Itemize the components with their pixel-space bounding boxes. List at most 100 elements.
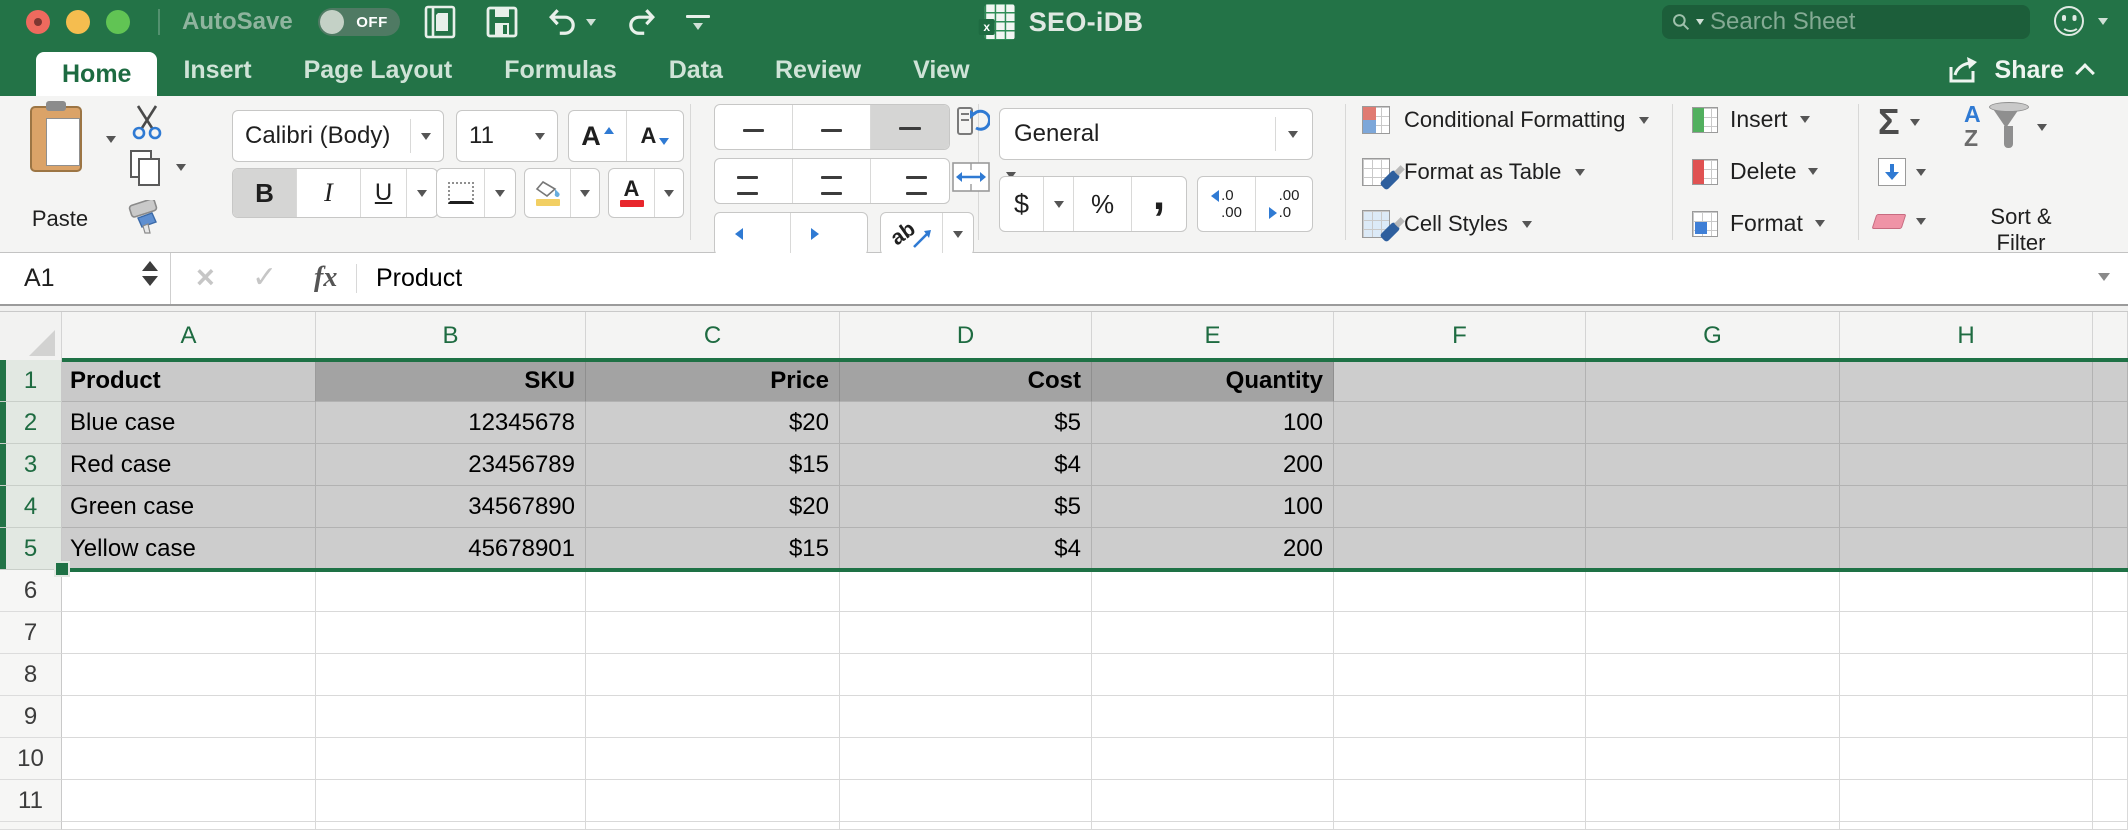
- cell[interactable]: [1334, 486, 1586, 528]
- cell[interactable]: $5: [840, 402, 1092, 444]
- cell[interactable]: Price: [586, 360, 840, 402]
- cell[interactable]: [1840, 696, 2093, 738]
- cell[interactable]: [1334, 780, 1586, 822]
- cell[interactable]: $4: [840, 444, 1092, 486]
- borders-dropdown-icon[interactable]: [485, 169, 515, 217]
- column-header[interactable]: [2093, 312, 2128, 360]
- name-box[interactable]: A1: [24, 253, 55, 304]
- column-header[interactable]: E: [1092, 312, 1334, 360]
- undo-icon[interactable]: [548, 7, 578, 37]
- percent-button[interactable]: %: [1074, 177, 1132, 231]
- row-header[interactable]: 3: [0, 444, 62, 486]
- tab-insert[interactable]: Insert: [157, 44, 277, 96]
- cell[interactable]: [1586, 570, 1840, 612]
- collapse-ribbon-icon[interactable]: [2075, 63, 2095, 83]
- insert-cells-button[interactable]: Insert: [1692, 106, 1810, 133]
- feedback-smiley-icon[interactable]: [2054, 6, 2084, 36]
- cancel-entry-icon[interactable]: ×: [196, 253, 215, 304]
- expand-formula-bar-icon[interactable]: [2098, 273, 2110, 281]
- cell[interactable]: [1092, 570, 1334, 612]
- increase-decimal-button[interactable]: .0 .00: [1198, 177, 1256, 231]
- cell[interactable]: [316, 780, 586, 822]
- cell[interactable]: [62, 780, 316, 822]
- cell[interactable]: [1840, 570, 2093, 612]
- cell[interactable]: $5: [840, 486, 1092, 528]
- cell[interactable]: [2093, 570, 2128, 612]
- format-painter-icon[interactable]: [126, 200, 162, 234]
- decrease-decimal-button[interactable]: .00 .0: [1256, 177, 1312, 231]
- cell[interactable]: [62, 822, 316, 830]
- cell[interactable]: [1092, 612, 1334, 654]
- cell[interactable]: Quantity: [1092, 360, 1334, 402]
- customize-toolbar-icon[interactable]: [686, 14, 710, 30]
- cell[interactable]: [1586, 360, 1840, 402]
- cell[interactable]: [1334, 528, 1586, 570]
- cell[interactable]: $15: [586, 528, 840, 570]
- cell[interactable]: SKU: [316, 360, 586, 402]
- column-header[interactable]: D: [840, 312, 1092, 360]
- cell[interactable]: $15: [586, 444, 840, 486]
- tab-page-layout[interactable]: Page Layout: [278, 44, 479, 96]
- cell[interactable]: Green case: [62, 486, 316, 528]
- cell[interactable]: [2093, 822, 2128, 830]
- cell[interactable]: [1840, 738, 2093, 780]
- cell[interactable]: [586, 822, 840, 830]
- font-name-select[interactable]: Calibri (Body): [232, 110, 444, 162]
- fill-button[interactable]: [1878, 158, 1926, 186]
- row-header[interactable]: 10: [0, 738, 62, 780]
- cell[interactable]: 34567890: [316, 486, 586, 528]
- row-header[interactable]: 7: [0, 612, 62, 654]
- cell[interactable]: [1092, 822, 1334, 830]
- cell[interactable]: 45678901: [316, 528, 586, 570]
- cell[interactable]: [840, 696, 1092, 738]
- cell[interactable]: [2093, 654, 2128, 696]
- tab-view[interactable]: View: [887, 44, 996, 96]
- copy-dropdown-icon[interactable]: [176, 164, 186, 171]
- cell[interactable]: [316, 654, 586, 696]
- cell[interactable]: [1092, 696, 1334, 738]
- align-middle-button[interactable]: [793, 105, 871, 149]
- cell[interactable]: 100: [1092, 486, 1334, 528]
- merge-center-icon[interactable]: [952, 162, 990, 192]
- conditional-formatting-button[interactable]: Conditional Formatting: [1362, 106, 1650, 134]
- comma-style-button[interactable]: ,: [1132, 177, 1186, 231]
- zoom-window-button[interactable]: [106, 10, 130, 34]
- cell[interactable]: [586, 738, 840, 780]
- cell[interactable]: [2093, 402, 2128, 444]
- feedback-dropdown-icon[interactable]: [2098, 18, 2108, 25]
- insert-function-icon[interactable]: fx: [314, 253, 337, 304]
- column-header[interactable]: C: [586, 312, 840, 360]
- cell[interactable]: [1334, 822, 1586, 830]
- row-header[interactable]: 1: [0, 360, 62, 402]
- cell[interactable]: [586, 696, 840, 738]
- cell[interactable]: [1840, 528, 2093, 570]
- decrease-indent-button[interactable]: [715, 213, 791, 255]
- tab-formulas[interactable]: Formulas: [478, 44, 643, 96]
- row-header[interactable]: 4: [0, 486, 62, 528]
- cell[interactable]: [2093, 486, 2128, 528]
- name-box-spinner[interactable]: [142, 261, 158, 286]
- cell[interactable]: [1586, 444, 1840, 486]
- cell[interactable]: [1586, 822, 1840, 830]
- row-header[interactable]: 5: [0, 528, 62, 570]
- cell[interactable]: 12345678: [316, 402, 586, 444]
- font-color-dropdown-icon[interactable]: [655, 169, 683, 217]
- cell[interactable]: [316, 738, 586, 780]
- cell[interactable]: [1586, 696, 1840, 738]
- cell[interactable]: [586, 570, 840, 612]
- cell[interactable]: [1334, 654, 1586, 696]
- cell[interactable]: [2093, 738, 2128, 780]
- cell[interactable]: [1334, 360, 1586, 402]
- cell[interactable]: [586, 654, 840, 696]
- cell[interactable]: [1840, 822, 2093, 830]
- cell[interactable]: [1092, 654, 1334, 696]
- cell[interactable]: [62, 738, 316, 780]
- cell[interactable]: [1586, 486, 1840, 528]
- cell[interactable]: [2093, 360, 2128, 402]
- currency-dropdown-icon[interactable]: [1044, 177, 1074, 231]
- cell[interactable]: [2093, 528, 2128, 570]
- cell[interactable]: 200: [1092, 444, 1334, 486]
- paste-button[interactable]: [30, 101, 82, 172]
- sort-filter-button[interactable]: AZ: [1964, 102, 2047, 152]
- cell[interactable]: Yellow case: [62, 528, 316, 570]
